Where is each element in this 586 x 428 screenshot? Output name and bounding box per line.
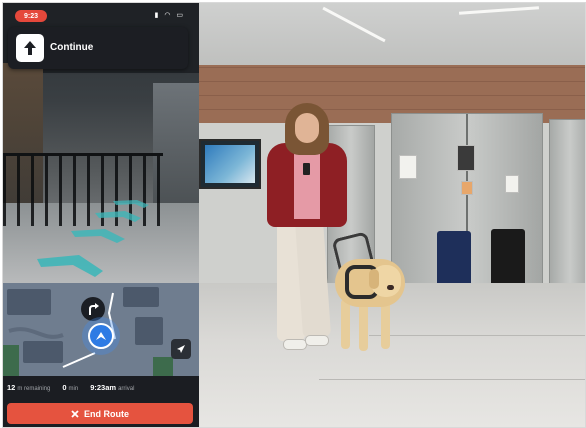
elevator-callout	[461, 181, 473, 195]
arrival-value: 9:23am	[90, 382, 117, 392]
trash-bin	[491, 229, 525, 289]
straight-arrow-icon	[16, 34, 44, 62]
instruction-text: Continue	[50, 42, 94, 53]
wifi-icon: ◠	[164, 12, 173, 19]
dog-leg	[341, 299, 350, 349]
ar-path-chevrons	[37, 200, 149, 277]
dog-ear	[369, 269, 379, 289]
screenshot-frame: 9:23 ▮ ◠ ▭ Continue 12 m remaining 0 min…	[2, 2, 586, 428]
ceiling-light	[458, 6, 540, 15]
elevator-sign	[457, 145, 475, 171]
ar-chevron	[95, 211, 141, 222]
instruction-card: Continue	[8, 27, 188, 69]
distance-value: 12	[7, 382, 16, 392]
ar-chevron	[37, 255, 103, 277]
time-label: min	[68, 385, 79, 392]
distance-label: m remaining	[17, 385, 51, 392]
ar-chevron	[113, 200, 149, 208]
person-shoe	[305, 335, 329, 346]
dog-leg	[359, 301, 368, 351]
dog-nose	[387, 285, 394, 290]
end-route-label: End Route	[84, 408, 129, 419]
elevator-door	[549, 119, 585, 285]
route-map[interactable]	[3, 283, 199, 376]
ar-camera-view: 9:23 ▮ ◠ ▭ Continue	[3, 3, 199, 283]
ar-chevron	[71, 229, 125, 243]
wall-notice	[399, 155, 417, 179]
status-time: 9:23	[23, 12, 38, 20]
status-time-pill: 9:23	[15, 10, 47, 22]
floor	[199, 283, 585, 427]
arrival-label: arrival	[118, 385, 135, 392]
signal-icon: ▮	[154, 12, 161, 19]
arrival-stat: 9:23am arrival	[90, 383, 134, 392]
recenter-button[interactable]	[171, 339, 191, 359]
recycling-bin	[437, 231, 471, 289]
navigation-app: 9:23 ▮ ◠ ▭ Continue 12 m remaining 0 min…	[3, 3, 199, 427]
wall-display	[199, 139, 261, 189]
navigation-arrow-icon	[88, 323, 114, 349]
ceiling	[199, 3, 585, 73]
person-face	[295, 113, 319, 143]
route-stats: 12 m remaining 0 min 9:23am arrival	[3, 376, 199, 398]
end-route-button[interactable]: End Route	[7, 403, 193, 424]
time-stat: 0 min	[62, 383, 78, 392]
time-value: 0	[62, 382, 67, 392]
location-arrow-icon	[177, 345, 185, 353]
close-icon	[71, 409, 79, 418]
person-shirt	[294, 149, 320, 219]
photo-person-with-guide-dog	[199, 3, 585, 427]
current-location	[82, 317, 120, 355]
elevator-button-panel	[505, 175, 519, 193]
wall-display-content	[205, 145, 255, 183]
person-shoe	[283, 339, 307, 350]
floor-tile-line	[319, 379, 585, 380]
distance-stat: 12 m remaining	[7, 383, 50, 392]
battery-icon: ▭	[176, 12, 185, 19]
ceiling-light	[322, 6, 386, 43]
status-icons: ▮ ◠ ▭	[155, 11, 186, 19]
smartphone	[303, 163, 310, 175]
floor-tile-line	[369, 335, 585, 336]
